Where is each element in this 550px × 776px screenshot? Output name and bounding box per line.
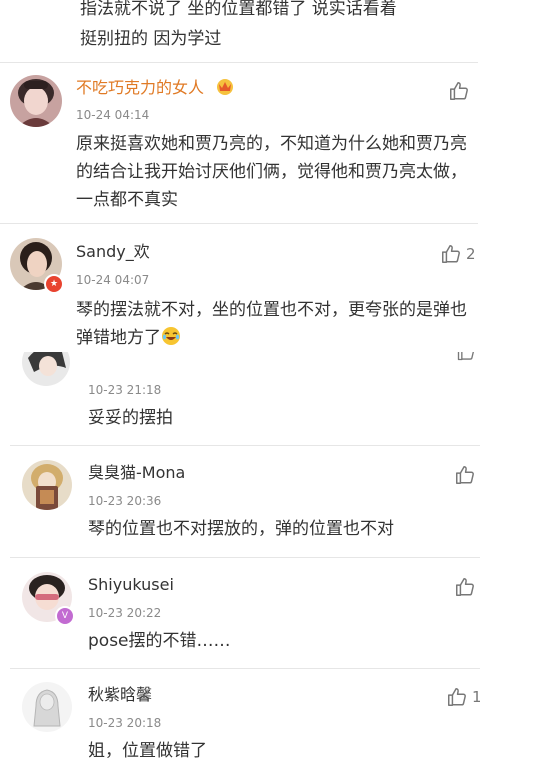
comment-text: 琴的位置也不对摆放的，弹的位置也不对 <box>88 519 394 539</box>
like-button[interactable] <box>456 352 476 362</box>
partial-comment-line: 挺别扭的 因为学过 <box>80 29 222 49</box>
comment-text: 琴的摆法就不对，坐的位置也不对，更夸张的是弹也弹错地方了 <box>76 296 472 348</box>
like-count: 2 <box>466 245 476 263</box>
username[interactable]: Sandy_欢 <box>76 242 150 262</box>
comment-timestamp: 10-24 04:07 <box>76 273 150 287</box>
comment-timestamp: 10-24 04:14 <box>76 108 150 122</box>
avatar[interactable] <box>10 75 62 127</box>
thumbs-up-icon <box>440 243 462 265</box>
laughing-emoji-icon <box>161 326 181 348</box>
avatar[interactable] <box>22 460 72 510</box>
like-button[interactable]: 1 <box>446 686 480 708</box>
divider <box>10 445 480 446</box>
comment-list-segment-bottom: 10-23 21:18 妥妥的摆拍 臭臭猫-Mona 10-23 20:36 琴… <box>10 352 480 776</box>
username[interactable]: Shiyukusei <box>88 575 174 595</box>
username[interactable]: 不吃巧克力的女人 <box>76 77 235 100</box>
like-button[interactable]: 2 <box>440 243 476 265</box>
comment-text: 原来挺喜欢她和贾乃亮的，不知道为什么她和贾乃亮的结合让我开始讨厌他们俩，觉得他和… <box>76 134 467 210</box>
like-count: 1 <box>472 688 480 706</box>
avatar[interactable] <box>22 682 72 732</box>
verified-badge-icon: V <box>55 606 75 626</box>
username[interactable]: 臭臭猫-Mona <box>88 463 185 483</box>
verified-badge-icon: ★ <box>44 274 64 294</box>
divider <box>10 668 480 669</box>
thumbs-up-icon <box>448 80 470 102</box>
like-button[interactable] <box>454 464 476 486</box>
thumbs-up-icon <box>456 352 476 362</box>
vip-crown-icon <box>215 77 235 100</box>
partial-comment-text: 指法就不说了 坐的位置都错了 说实话看着 挺别扭的 因为学过 <box>80 0 478 54</box>
partial-comment-line: 指法就不说了 坐的位置都错了 说实话看着 <box>80 0 397 19</box>
comment-text: 姐，位置做错了 <box>88 741 207 761</box>
comment-timestamp: 10-23 20:22 <box>88 606 162 620</box>
comment-text-content: 琴的摆法就不对，坐的位置也不对，更夸张的是弹也弹错地方了 <box>76 300 467 348</box>
thumbs-up-icon <box>454 464 476 486</box>
thumbs-up-icon <box>454 576 476 598</box>
comment-text: 妥妥的摆拍 <box>88 408 173 428</box>
divider <box>10 557 480 558</box>
avatar[interactable] <box>22 352 70 386</box>
divider <box>0 62 478 63</box>
username-text[interactable]: 不吃巧克力的女人 <box>76 78 204 97</box>
comment-timestamp: 10-23 21:18 <box>88 383 162 397</box>
like-button[interactable] <box>448 80 474 102</box>
username[interactable]: 秋紫晗馨 <box>88 685 152 705</box>
comment-text: pose摆的不错…… <box>88 631 231 651</box>
comment-timestamp: 10-23 20:36 <box>88 494 162 508</box>
comment-list-segment-top: 指法就不说了 坐的位置都错了 说实话看着 挺别扭的 因为学过 不吃巧克力的女人 … <box>0 0 478 348</box>
like-button[interactable] <box>454 576 476 598</box>
divider <box>0 223 478 224</box>
comment-timestamp: 10-23 20:18 <box>88 716 162 730</box>
thumbs-up-icon <box>446 686 468 708</box>
